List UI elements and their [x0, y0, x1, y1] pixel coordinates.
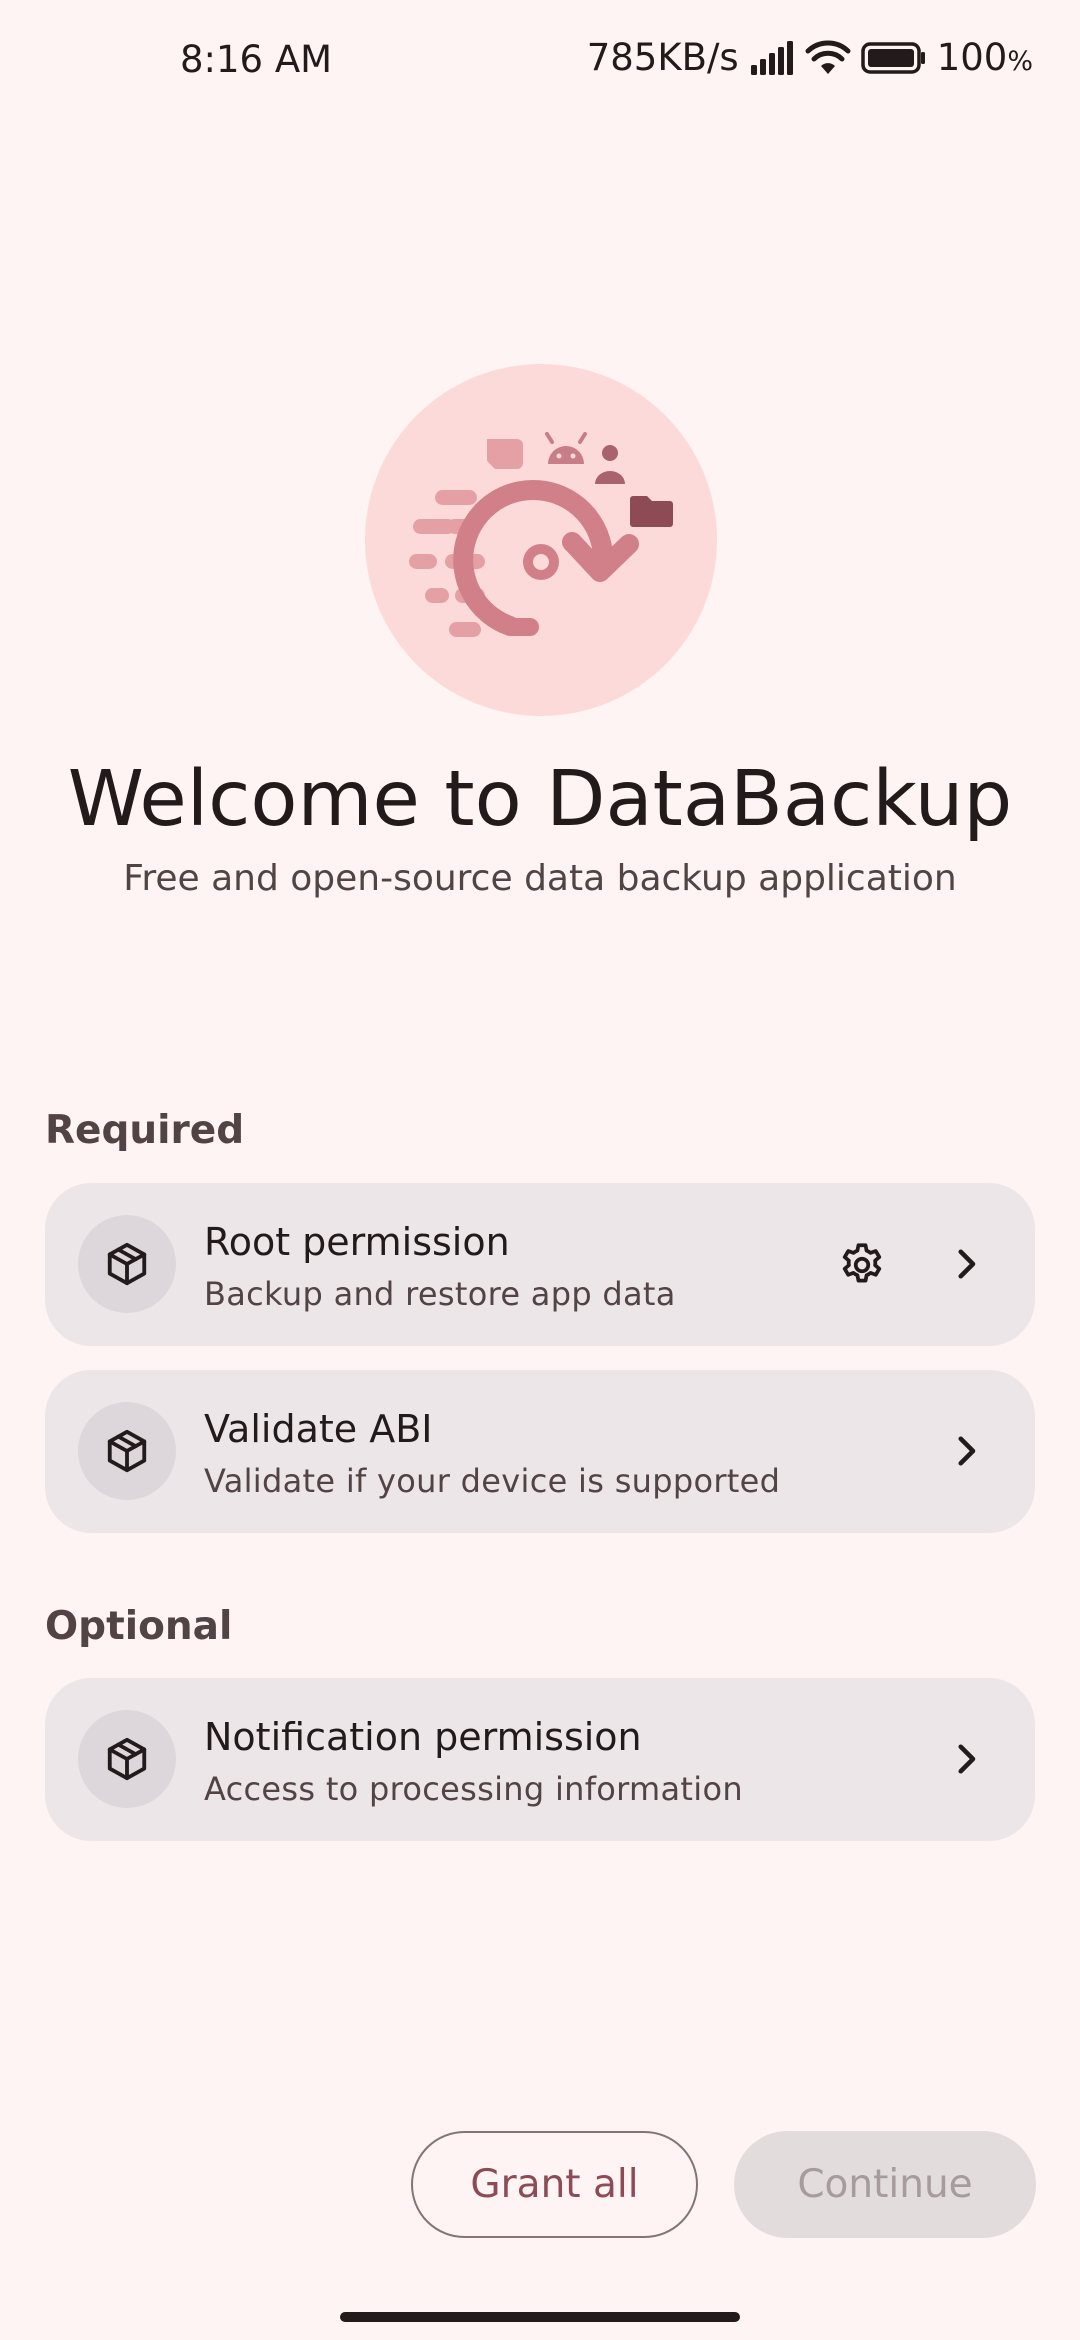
card-root-permission[interactable]: Root permission Backup and restore app d…: [45, 1183, 1035, 1346]
package-icon: [107, 1737, 147, 1781]
card-title: Validate ABI: [204, 1407, 433, 1451]
chevron-right-icon: [958, 1436, 976, 1466]
status-time: 8:16 AM: [180, 38, 333, 81]
card-title: Notification permission: [204, 1715, 642, 1759]
wifi-icon: [805, 40, 851, 74]
card-notification-permission[interactable]: Notification permission Access to proces…: [45, 1678, 1035, 1841]
card-title: Root permission: [204, 1220, 510, 1264]
card-icon-container: [78, 1710, 176, 1808]
section-label-required: Required: [45, 1108, 245, 1153]
card-subtitle: Validate if your device is supported: [204, 1462, 781, 1500]
hero-illustration: [365, 364, 717, 716]
network-speed: 785KB/s: [586, 36, 739, 79]
grant-all-button[interactable]: Grant all: [411, 2131, 698, 2238]
card-icon-container: [78, 1215, 176, 1313]
card-subtitle: Backup and restore app data: [204, 1275, 676, 1313]
page-title: Welcome to DataBackup: [67, 755, 1013, 844]
status-bar: 8:16 AM 785KB/s 100%: [0, 0, 1080, 125]
signal-icon: [750, 40, 793, 75]
battery-level: 100%: [936, 36, 1033, 79]
settings-gear-icon[interactable]: [837, 1240, 887, 1290]
section-label-optional: Optional: [45, 1604, 233, 1649]
backup-restore-icon: [409, 432, 673, 637]
package-icon: [107, 1429, 147, 1473]
home-indicator[interactable]: [340, 2312, 740, 2322]
package-icon: [107, 1242, 147, 1286]
continue-button[interactable]: Continue: [734, 2131, 1036, 2238]
status-indicators: 785KB/s 100%: [587, 36, 1033, 79]
page-subtitle: Free and open-source data backup applica…: [123, 858, 957, 899]
chevron-right-icon: [958, 1249, 976, 1279]
chevron-right-icon: [958, 1744, 976, 1774]
card-subtitle: Access to processing information: [204, 1770, 743, 1808]
card-icon-container: [78, 1402, 176, 1500]
battery-icon: [860, 41, 925, 74]
card-validate-abi[interactable]: Validate ABI Validate if your device is …: [45, 1370, 1035, 1533]
